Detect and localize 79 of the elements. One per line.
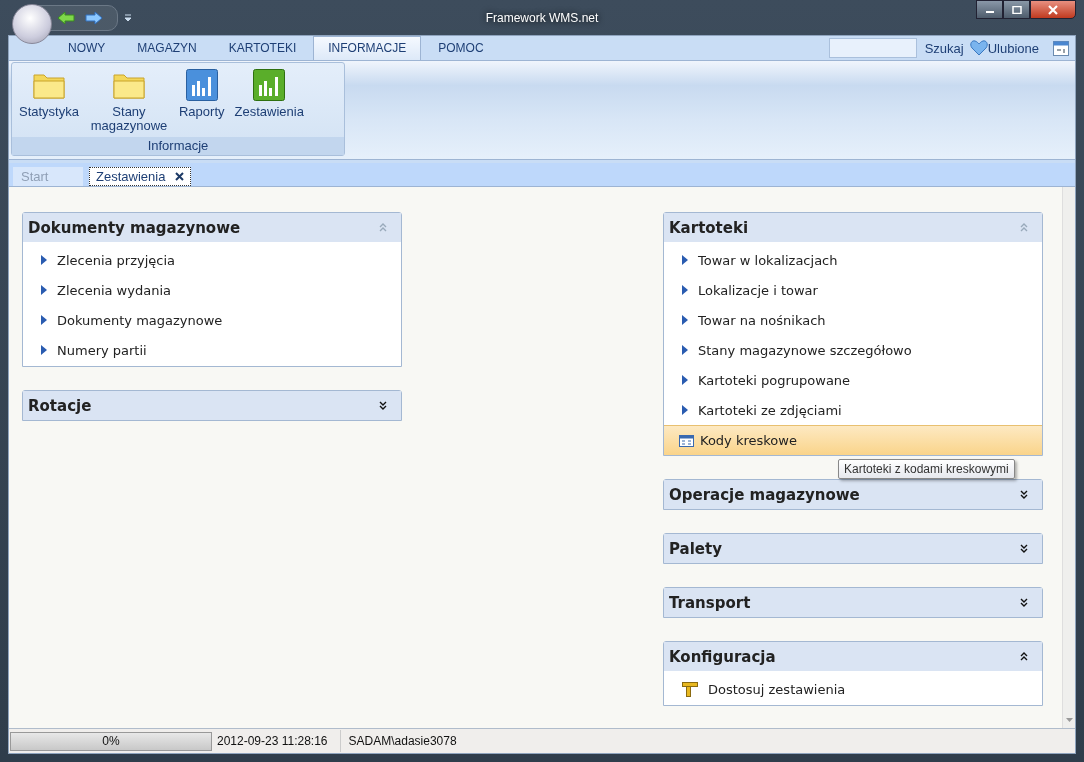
progress-reading: 0% xyxy=(102,734,120,748)
panel-link[interactable]: Zlecenia przyjęcia xyxy=(23,245,401,275)
panel-link[interactable]: Lokalizacje i towar xyxy=(664,275,1042,305)
status-user: SADAM\adasie3078 xyxy=(347,733,458,750)
panel-link[interactable]: Numery partii xyxy=(23,335,401,365)
favorites-link[interactable]: Ulubione xyxy=(987,40,1045,56)
expand-chevron-icon[interactable] xyxy=(1020,544,1028,553)
close-button[interactable] xyxy=(1030,0,1076,19)
panel-link[interactable]: Towar na nośnikach xyxy=(664,305,1042,335)
ribbon-tab[interactable]: POMOC xyxy=(423,36,499,60)
panel-link[interactable]: Dokumenty magazynowe xyxy=(23,305,401,335)
panel-header[interactable]: Dokumenty magazynowe xyxy=(23,213,401,242)
app-menu-button[interactable] xyxy=(12,3,52,44)
expand-chevron-icon[interactable] xyxy=(379,401,387,410)
status-datetime: 2012-09-23 11:28:16 xyxy=(215,730,341,752)
panel-link[interactable]: Towar w lokalizacjach xyxy=(664,245,1042,275)
arrow-icon xyxy=(682,315,688,325)
collapse-chevron-icon[interactable] xyxy=(1020,652,1028,661)
ruler-icon xyxy=(682,681,698,697)
panel-link[interactable]: Dostosuj zestawienia xyxy=(664,674,1042,704)
tooltip: Kartoteki z kodami kreskowymi xyxy=(838,459,1015,479)
panel-link[interactable]: Kody kreskowe xyxy=(664,425,1042,455)
panel-header[interactable]: Palety xyxy=(664,534,1042,563)
panel-title: Palety xyxy=(669,539,722,558)
panel-link[interactable]: Zlecenia wydania xyxy=(23,275,401,305)
arrow-icon xyxy=(41,345,47,355)
arrow-icon xyxy=(682,405,688,415)
panel-link[interactable]: Kartoteki ze zdjęciami xyxy=(664,395,1042,425)
tab-label: Start xyxy=(21,169,49,184)
arrow-icon xyxy=(41,285,47,295)
expand-chevron-icon[interactable] xyxy=(1020,598,1028,607)
arrow-icon xyxy=(682,375,688,385)
minimize-button[interactable] xyxy=(976,0,1003,19)
arrow-icon xyxy=(41,255,47,265)
arrow-icon xyxy=(41,315,47,325)
search-link[interactable]: Szukaj xyxy=(924,40,970,56)
panel-link[interactable]: Stany magazynowe szczegółowo xyxy=(664,335,1042,365)
ribbon-tab[interactable]: NOWY xyxy=(53,36,121,60)
arrow-icon xyxy=(682,285,688,295)
dropdown-icon[interactable] xyxy=(124,13,132,22)
panel-title: Operacje magazynowe xyxy=(669,485,860,504)
window-title: Framework WMS.net xyxy=(485,11,599,25)
tab-label: Zestawienia xyxy=(96,169,166,184)
panel-header[interactable]: Operacje magazynowe xyxy=(664,480,1042,509)
ribbon-button[interactable]: Raporty xyxy=(175,67,228,135)
ribbon-tab[interactable]: MAGAZYN xyxy=(122,36,212,60)
panel-header[interactable]: Konfiguracja xyxy=(664,642,1042,671)
expand-chevron-icon[interactable] xyxy=(1020,490,1028,499)
panel-title: Rotacje xyxy=(28,396,92,415)
panel-header[interactable]: Transport xyxy=(664,588,1042,617)
table-icon xyxy=(679,434,694,447)
calendar-icon[interactable] xyxy=(1053,40,1069,56)
panel-header[interactable]: Rotacje xyxy=(23,391,401,420)
arrow-icon xyxy=(682,255,688,265)
ribbon-button[interactable]: Zestawienia xyxy=(231,67,307,135)
maximize-button[interactable] xyxy=(1003,0,1030,19)
close-icon xyxy=(1047,4,1059,15)
forward-arrow-icon[interactable] xyxy=(85,10,103,25)
ribbon-tab[interactable]: KARTOTEKI xyxy=(213,36,312,60)
panel-title: Konfiguracja xyxy=(669,647,776,666)
close-icon[interactable] xyxy=(175,172,185,181)
heart-icon xyxy=(969,40,988,56)
document-tab[interactable]: Zestawienia xyxy=(89,167,192,186)
ribbon-tab[interactable]: INFORMACJE xyxy=(313,36,422,60)
panel-title: Kartoteki xyxy=(669,218,749,237)
panel-header[interactable]: Kartoteki xyxy=(664,213,1042,242)
panel-link[interactable]: Kartoteki pogrupowane xyxy=(664,365,1042,395)
scrollbar[interactable] xyxy=(1062,187,1075,728)
maximize-icon xyxy=(1011,5,1022,14)
back-arrow-icon[interactable] xyxy=(57,10,75,25)
group-title: Informacje xyxy=(12,137,344,155)
bar-chart-icon xyxy=(185,69,218,101)
arrow-icon xyxy=(682,345,688,355)
panel-title: Transport xyxy=(669,593,751,612)
bar-chart-icon xyxy=(253,69,286,101)
ribbon-button[interactable]: Statystyka xyxy=(16,67,82,135)
search-field[interactable] xyxy=(828,38,917,58)
panel-title: Dokumenty magazynowe xyxy=(28,218,241,237)
ribbon-button[interactable]: Stany magazynowe xyxy=(85,67,172,135)
